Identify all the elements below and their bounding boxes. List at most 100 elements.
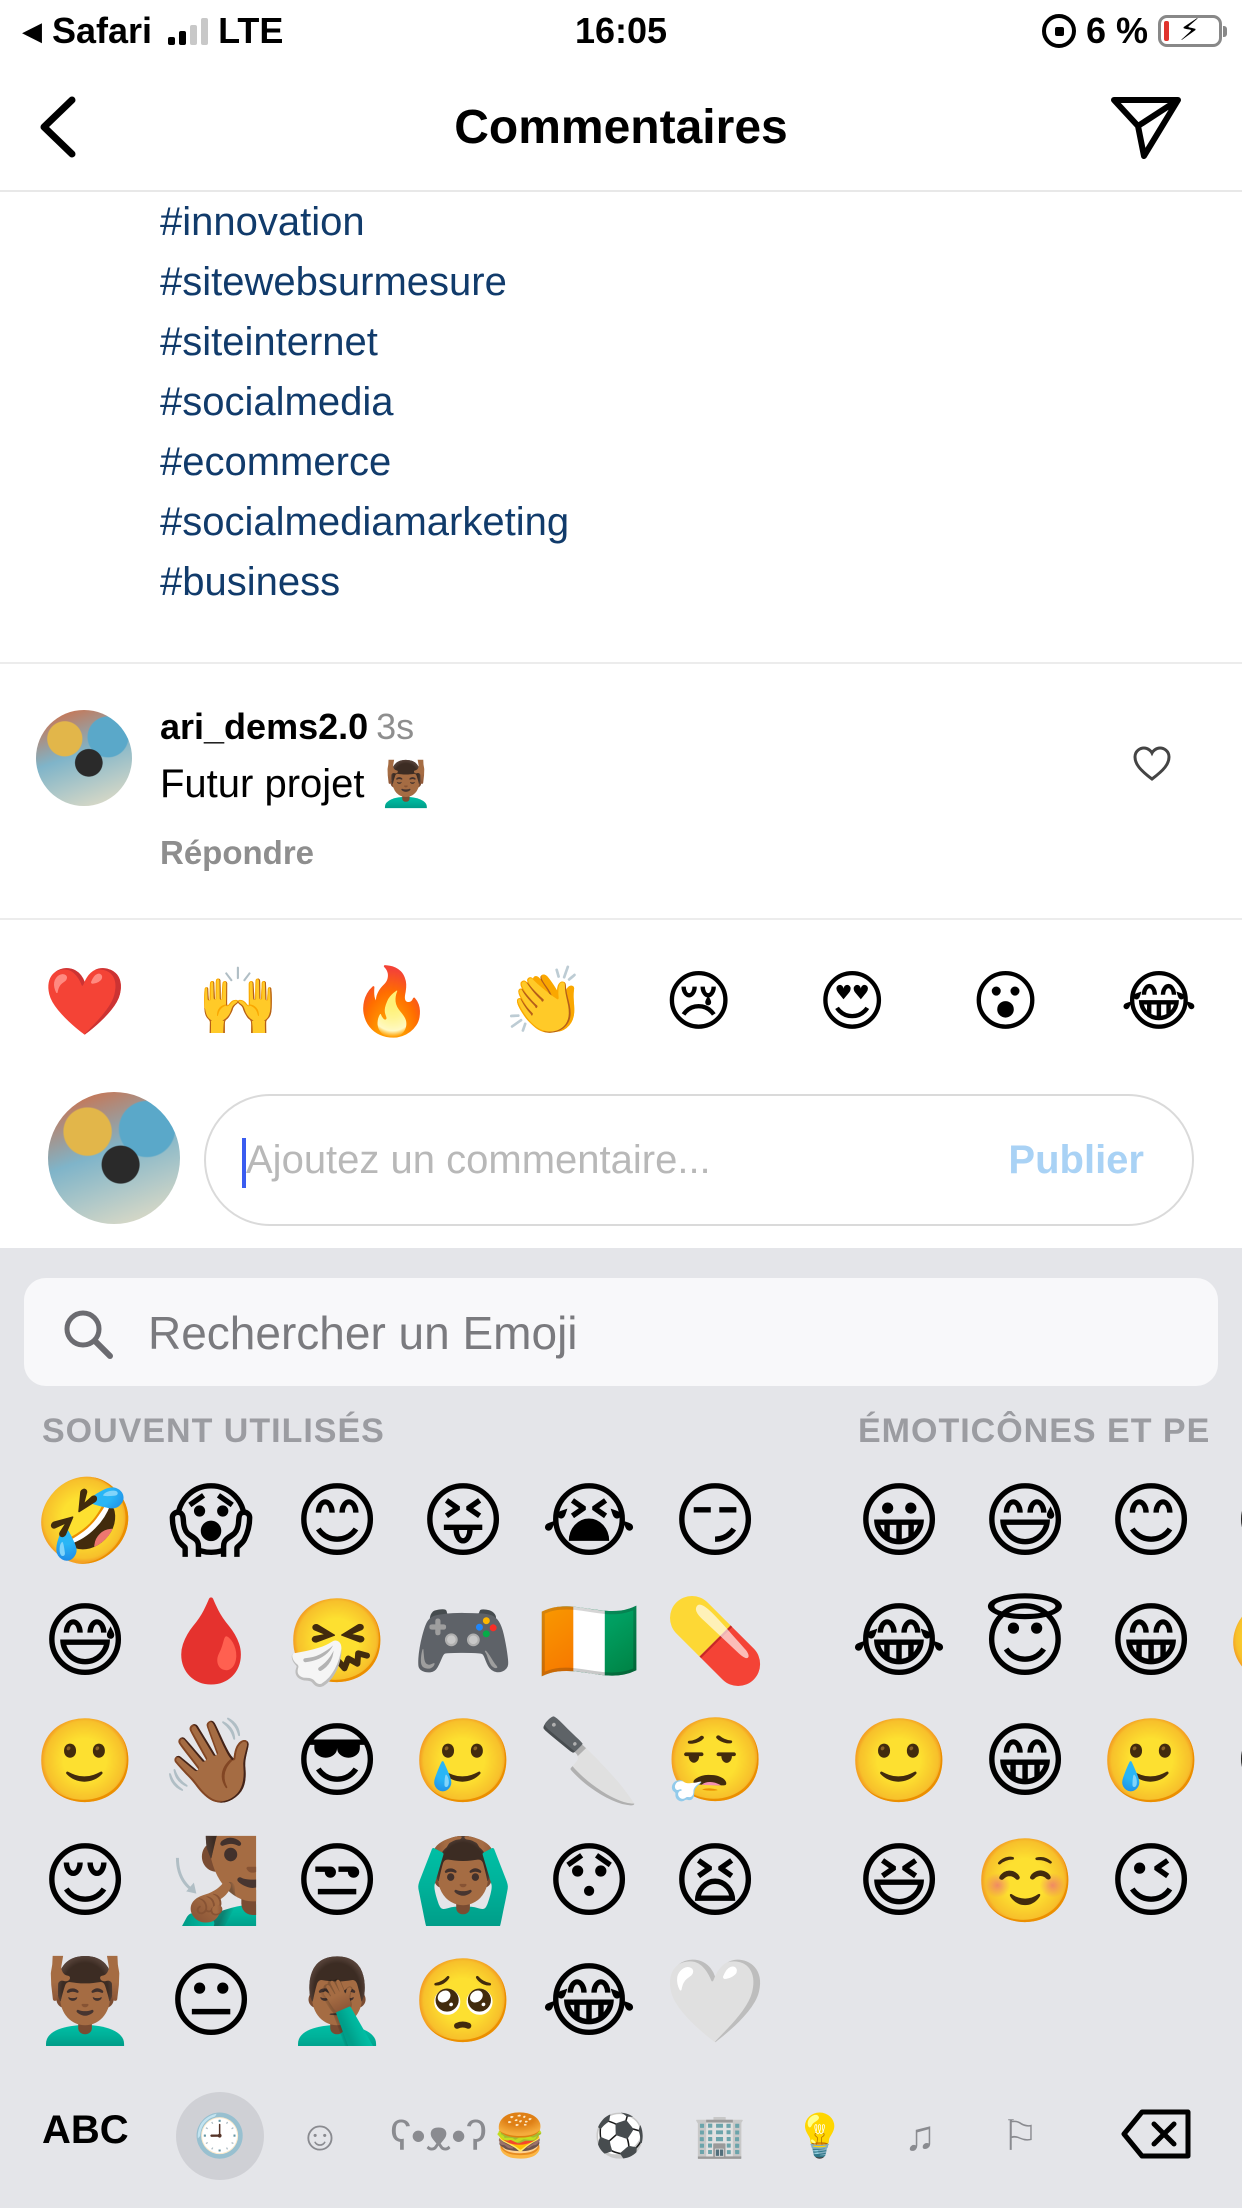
emoji-key[interactable]: 😮‍💨 bbox=[652, 1702, 778, 1822]
reaction-heart-eyes[interactable]: 😍 bbox=[807, 952, 897, 1052]
reaction-crying[interactable]: 😢 bbox=[654, 952, 744, 1052]
bulb-icon[interactable]: 💡 bbox=[790, 2106, 850, 2166]
hashtag-link[interactable]: #sitewebsurmesure bbox=[160, 252, 569, 312]
reaction-clap[interactable]: 👏 bbox=[500, 952, 590, 1052]
building-icon[interactable]: 🏢 bbox=[690, 2106, 750, 2166]
emoji-key[interactable]: 😫 bbox=[652, 1822, 778, 1942]
heart-icon[interactable] bbox=[1132, 744, 1172, 784]
emoji-key[interactable]: 🥲 bbox=[400, 1702, 526, 1822]
emoji-key[interactable]: 😏 bbox=[652, 1462, 778, 1582]
comment-text: Futur projet bbox=[160, 761, 365, 806]
emoji-key[interactable]: 😀 bbox=[836, 1462, 962, 1582]
emoji-key[interactable]: 😯 bbox=[526, 1822, 652, 1942]
emoji-key[interactable]: 🤦🏾‍♂️ bbox=[274, 1942, 400, 2062]
commenter-avatar[interactable] bbox=[36, 710, 132, 806]
hashtag-link[interactable]: #business bbox=[160, 552, 569, 612]
emoji-key[interactable]: 😭 bbox=[526, 1462, 652, 1582]
emoji-key[interactable]: 🙂 bbox=[836, 1702, 962, 1822]
emoji-key[interactable]: 🇨🇮 bbox=[526, 1582, 652, 1702]
emoji-key[interactable]: 😊 bbox=[1088, 1462, 1214, 1582]
emoji-keyboard: Rechercher un Emoji SOUVENT UTILISÉS ÉMO… bbox=[0, 1248, 1242, 2208]
emoji-key[interactable]: 😇 bbox=[962, 1582, 1088, 1702]
emoji-key[interactable]: 🤧 bbox=[274, 1582, 400, 1702]
battery-percent: 6 % bbox=[1085, 10, 1148, 51]
smileys-emoji-grid: 😀😅😊😃😂😇😁🤣🙂😁🥲🙃😆☺️😉 bbox=[836, 1462, 1242, 1942]
symbols-icon[interactable]: ♫ bbox=[890, 2106, 950, 2166]
emoji-key[interactable]: 🙂 bbox=[22, 1702, 148, 1822]
comment-username[interactable]: ari_dems2.0 bbox=[160, 706, 368, 747]
emoji-key[interactable]: 🤍 bbox=[652, 1942, 778, 2062]
emoji-key[interactable]: 😂 bbox=[836, 1582, 962, 1702]
rotation-lock-icon bbox=[1041, 14, 1076, 48]
emoji-key[interactable]: 👋🏾 bbox=[148, 1702, 274, 1822]
emoji-search-field[interactable]: Rechercher un Emoji bbox=[24, 1278, 1218, 1386]
emoji-key[interactable]: 😁 bbox=[1088, 1582, 1214, 1702]
emoji-key[interactable]: 🙃 bbox=[1214, 1702, 1242, 1822]
comment-placeholder: Ajoutez un commentaire... bbox=[246, 1138, 711, 1182]
emoji-key[interactable]: 🤣 bbox=[22, 1462, 148, 1582]
nav-bar: Commentaires bbox=[0, 62, 1242, 192]
emoji-key[interactable]: 🙆🏾‍♂️ bbox=[400, 1822, 526, 1942]
emoji-key[interactable]: 😂 bbox=[526, 1942, 652, 2062]
emoji-key[interactable]: 🩸 bbox=[148, 1582, 274, 1702]
emoji-key[interactable]: 😊 bbox=[274, 1462, 400, 1582]
comment-input[interactable]: Ajoutez un commentaire... Publier bbox=[204, 1094, 1194, 1226]
emoji-key[interactable]: 😉 bbox=[1088, 1822, 1214, 1942]
flag-icon[interactable]: ⚐ bbox=[990, 2106, 1050, 2166]
emoji-key[interactable]: 😝 bbox=[400, 1462, 526, 1582]
keyboard-category-bar: ABC 🕘 ☺ ʕ•ᴥ•ʔ 🍔 ⚽ 🏢 💡 ♫ ⚐ bbox=[0, 2080, 1242, 2190]
charging-icon: ⚡ bbox=[1179, 14, 1201, 47]
ball-icon[interactable]: ⚽ bbox=[590, 2106, 650, 2166]
emoji-key[interactable]: 😒 bbox=[274, 1822, 400, 1942]
emoji-key[interactable]: 😐 bbox=[148, 1942, 274, 2062]
emoji-key[interactable]: 😅 bbox=[22, 1582, 148, 1702]
emoji-key[interactable]: 😆 bbox=[836, 1822, 962, 1942]
publish-button[interactable]: Publier bbox=[1008, 1138, 1144, 1183]
hashtag-link[interactable]: #socialmedia bbox=[160, 372, 569, 432]
send-icon[interactable] bbox=[1108, 92, 1184, 162]
hashtag-link[interactable]: #siteinternet bbox=[160, 312, 569, 372]
comment-time: 3s bbox=[376, 706, 415, 747]
hashtag-link[interactable]: #socialmediamarketing bbox=[160, 492, 569, 552]
reaction-fire[interactable]: 🔥 bbox=[347, 952, 437, 1052]
emoji-key[interactable]: 😅 bbox=[962, 1462, 1088, 1582]
emoji-key[interactable]: 😁 bbox=[962, 1702, 1088, 1822]
page-title: Commentaires bbox=[454, 101, 788, 154]
emoji-key[interactable]: 🎮 bbox=[400, 1582, 526, 1702]
emoji-key[interactable]: 🥺 bbox=[400, 1942, 526, 2062]
reply-button[interactable]: Répondre bbox=[160, 834, 314, 872]
backspace-icon[interactable] bbox=[1120, 2106, 1194, 2162]
emoji-key[interactable]: 😃 bbox=[1214, 1462, 1242, 1582]
quick-reactions-bar: ❤️ 🙌 🔥 👏 😢 😍 😮 😂 bbox=[0, 952, 1242, 1052]
comment-header: ari_dems2.0 3s bbox=[160, 706, 414, 748]
smiley-icon[interactable]: ☺ bbox=[290, 2106, 350, 2166]
reaction-laughing[interactable]: 😂 bbox=[1114, 952, 1204, 1052]
hashtag-link[interactable]: #innovation bbox=[160, 192, 569, 252]
reaction-surprised[interactable]: 😮 bbox=[961, 952, 1051, 1052]
battery-icon: ⚡ bbox=[1158, 14, 1227, 47]
comment-composer: Ajoutez un commentaire... Publier bbox=[0, 1080, 1242, 1248]
search-icon bbox=[64, 1310, 113, 1359]
abc-button[interactable]: ABC bbox=[42, 2108, 129, 2153]
caption-hashtags: #innovation #sitewebsurmesure #siteinter… bbox=[160, 192, 569, 612]
emoji-key[interactable]: 😎 bbox=[274, 1702, 400, 1822]
comment-text-row: Futur projet 💆🏾‍♂️ bbox=[160, 758, 433, 810]
emoji-key[interactable]: 😱 bbox=[148, 1462, 274, 1582]
emoji-key[interactable]: 🔪 bbox=[526, 1702, 652, 1822]
hashtag-link[interactable]: #ecommerce bbox=[160, 432, 569, 492]
emoji-key[interactable]: 🤣 bbox=[1214, 1582, 1242, 1702]
emoji-key[interactable]: 🧏🏾‍♂️ bbox=[148, 1822, 274, 1942]
frequent-emoji-grid: 🤣 😱 😊 😝 😭 😏 😅 🩸 🤧 🎮 🇨🇮 💊 🙂 👋🏾 😎 🥲 🔪 😮‍💨 😌 🧏🏾‍♂️ 😒 🙆🏾‍♂️ 😯 😫 💆🏾‍♂… bbox=[22, 1462, 778, 2062]
reaction-heart[interactable]: ❤️ bbox=[40, 952, 130, 1052]
emoji-key[interactable]: 🥲 bbox=[1088, 1702, 1214, 1822]
emoji-key[interactable]: 😌 bbox=[22, 1822, 148, 1942]
emoji-key[interactable]: ☺️ bbox=[962, 1822, 1088, 1942]
divider bbox=[0, 918, 1242, 920]
comment-emoji: 💆🏾‍♂️ bbox=[378, 760, 434, 809]
clock-icon[interactable]: 🕘 bbox=[176, 2092, 264, 2180]
reaction-raising-hands[interactable]: 🙌 bbox=[193, 952, 283, 1052]
bear-icon[interactable]: ʕ•ᴥ•ʔ bbox=[390, 2106, 487, 2166]
emoji-key[interactable]: 💊 bbox=[652, 1582, 778, 1702]
food-icon[interactable]: 🍔 bbox=[490, 2106, 550, 2166]
emoji-key[interactable]: 💆🏾‍♂️ bbox=[22, 1942, 148, 2062]
